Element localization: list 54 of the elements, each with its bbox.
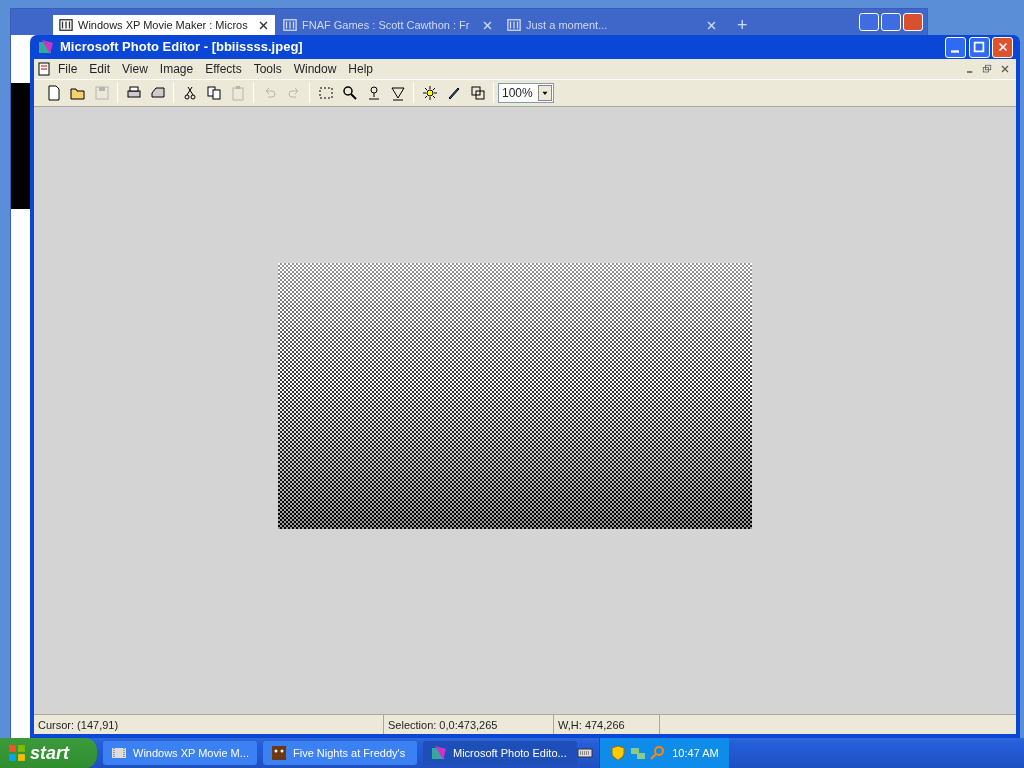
browser-tab[interactable]: FNAF Games : Scott Cawthon : Fr — [277, 15, 499, 35]
maximize-button[interactable] — [968, 36, 990, 58]
close-button[interactable] — [992, 36, 1014, 58]
sun-icon[interactable] — [421, 85, 438, 101]
printer-icon[interactable] — [125, 85, 142, 101]
close-icon[interactable] — [258, 19, 269, 31]
status-text: W,H: 474,266 — [554, 715, 660, 734]
minimize-button[interactable] — [944, 36, 966, 58]
magnifier-icon[interactable] — [341, 85, 358, 101]
taskbar-button[interactable]: Five Nights at Freddy's — [263, 741, 417, 765]
scanner-icon[interactable] — [149, 85, 166, 101]
window-title: Microsoft Photo Editor - [bbiissss.jpeg] — [60, 38, 304, 57]
windows-logo-icon — [8, 744, 26, 762]
menu-item[interactable]: Edit — [83, 60, 117, 78]
browser-tab[interactable]: Windows XP Movie Maker : Micros — [53, 15, 275, 35]
status-text: Cursor: (147,91) — [34, 715, 384, 734]
minimize-button[interactable] — [859, 13, 879, 31]
maximize-button[interactable] — [881, 13, 901, 31]
menu-item[interactable]: Window — [287, 60, 343, 78]
restore-icon[interactable] — [981, 63, 993, 75]
menu-item[interactable]: Help — [342, 60, 380, 78]
selection-icon[interactable] — [317, 85, 334, 101]
bear-icon — [271, 745, 287, 761]
clock: 10:47 AM — [672, 745, 719, 761]
new-tab-button[interactable]: + — [725, 15, 760, 35]
zoom-dropdown[interactable]: 100% — [498, 83, 554, 103]
keyboard-icon[interactable] — [577, 745, 593, 761]
copy-icon[interactable] — [205, 85, 222, 101]
museum-icon — [507, 18, 521, 32]
browser-tab[interactable]: Just a moment... — [501, 15, 723, 35]
museum-icon — [59, 18, 73, 32]
museum-icon — [283, 18, 297, 32]
resize-icon[interactable] — [469, 85, 486, 101]
start-button[interactable]: start — [0, 738, 97, 768]
close-button[interactable] — [903, 13, 923, 31]
status-text: Selection: 0,0:473,265 — [384, 715, 554, 734]
menu-item[interactable]: Image — [153, 60, 200, 78]
taskbar-button[interactable]: Microsoft Photo Edito... — [423, 741, 577, 765]
document-icon — [36, 61, 52, 77]
funnel-icon[interactable] — [389, 85, 406, 101]
maximize-icon — [972, 40, 986, 54]
taskbar-button[interactable]: Windows XP Movie M... — [103, 741, 257, 765]
menu-item[interactable]: View — [116, 60, 154, 78]
app-icon — [431, 745, 447, 761]
menu-item[interactable]: Tools — [247, 60, 288, 78]
menu-item[interactable]: File — [52, 60, 84, 78]
minimize-icon — [951, 49, 960, 53]
scissors-icon[interactable] — [181, 85, 198, 101]
shield-icon[interactable] — [609, 745, 626, 761]
folder-icon[interactable] — [69, 85, 86, 101]
menu-item[interactable]: Effects — [199, 60, 248, 78]
new-file-icon[interactable] — [45, 85, 62, 101]
film-icon — [111, 745, 127, 761]
app-icon — [38, 39, 54, 55]
